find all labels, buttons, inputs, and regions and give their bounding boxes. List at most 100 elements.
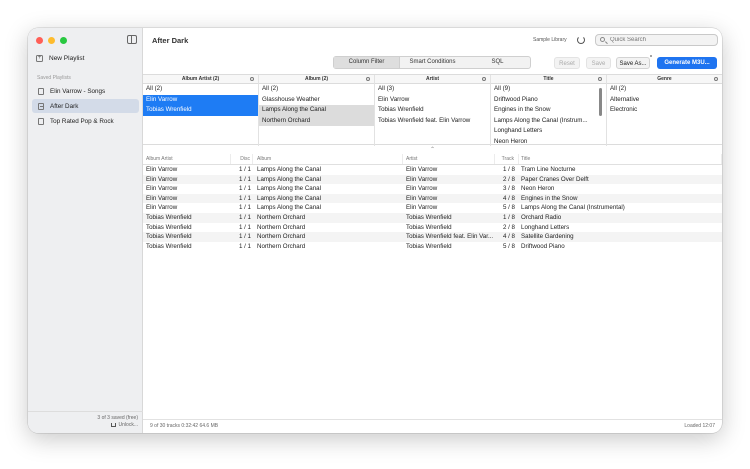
cell-album: Northern Orchard [257,223,306,231]
generate-m3u-button[interactable]: Generate M3U... [657,57,717,69]
list-item[interactable]: All (2) [143,84,258,95]
cell-artist: Elin Varrow [406,185,438,193]
list-item[interactable]: Glasshouse Weather [259,95,374,106]
list-item[interactable]: Longhand Letters [491,126,606,137]
cell-album-artist: Elin Varrow [146,175,178,183]
album-artist-column-header[interactable]: Album Artist (2) [143,75,258,84]
list-item[interactable]: All (2) [607,84,722,95]
minimize-window-button[interactable] [48,37,55,44]
column-search-icon[interactable] [482,77,486,81]
tab-column-filter[interactable]: Column Filter [334,57,400,68]
list-item[interactable]: Lamps Along the Canal (Instrum... [491,116,606,127]
reset-button[interactable]: Reset [554,57,580,69]
table-row[interactable]: Elin Varrow 1 / 1 Lamps Along the Canal … [143,184,722,194]
cart-icon [110,422,116,427]
list-item[interactable]: Alternative [607,95,722,106]
list-item[interactable]: Tobias Wrenfield [375,105,490,116]
list-item[interactable]: All (3) [375,84,490,95]
list-item[interactable]: Elin Varrow [143,94,258,105]
column-header-label: Title [543,76,554,82]
sidebar-item-top-rated[interactable]: Top Rated Pop & Rock [32,114,139,128]
album-column: Album (2) All (2) Glasshouse Weather Lam… [259,75,375,146]
status-bar: 9 of 30 tracks 0:32:42 64.6 MB Loaded 12… [143,419,722,433]
table-row[interactable]: Elin Varrow 1 / 1 Lamps Along the Canal … [143,203,722,213]
cell-title: Lamps Along the Canal (Instrumental) [521,204,625,212]
cell-artist: Elin Varrow [406,175,438,183]
column-header-track[interactable]: Track [495,154,519,164]
album-column-header[interactable]: Album (2) [259,75,374,84]
close-window-button[interactable] [36,37,43,44]
page-title: After Dark [152,36,189,45]
column-header-album[interactable]: Album [253,154,403,164]
list-item[interactable]: All (2) [259,84,374,95]
cell-title: Longhand Letters [521,223,570,231]
artist-column-header[interactable]: Artist [375,75,490,84]
sidebar-item-after-dark[interactable]: After Dark [32,99,139,113]
column-header-album-artist[interactable]: Album Artist [143,154,231,164]
table-row[interactable]: Elin Varrow 1 / 1 Lamps Along the Canal … [143,174,722,185]
save-button[interactable]: Save [586,57,611,69]
mode-selector: Column Filter Smart Conditions SQL [333,56,531,69]
new-playlist-button[interactable]: + New Playlist [36,55,84,62]
title-column-scrollbar[interactable] [599,88,602,116]
tab-sql[interactable]: SQL [465,57,530,68]
cell-album-artist: Tobias Wrenfield [146,233,192,241]
list-item[interactable]: Engines in the Snow [491,105,606,116]
save-as-indicator-dot [650,55,652,57]
list-item[interactable]: Elin Varrow [375,95,490,106]
table-row[interactable]: Tobias Wrenfield 1 / 1 Northern Orchard … [143,242,722,252]
table-row[interactable]: Elin Varrow 1 / 1 Lamps Along the Canal … [143,165,722,175]
sidebar-item-label: Top Rated Pop & Rock [50,117,114,125]
tracks-table: Album Artist Disc Album Artist Track Tit… [143,154,722,251]
cell-disc: 1 / 1 [238,204,251,212]
cell-album-artist: Elin Varrow [146,204,178,212]
zoom-window-button[interactable] [60,37,67,44]
list-item[interactable]: All (9) [491,84,606,95]
table-row[interactable]: Elin Varrow 1 / 1 Lamps Along the Canal … [143,193,722,204]
cell-disc: 1 / 1 [238,194,251,202]
column-header-artist[interactable]: Artist [403,154,495,164]
list-item[interactable]: Electronic [607,105,722,116]
unlock-button[interactable]: Unlock... [28,422,138,429]
column-header-title[interactable]: Title [519,154,722,164]
cell-artist: Tobias Wrenfield feat. Elin Var... [406,233,494,241]
status-summary: 9 of 30 tracks 0:32:42 64.6 MB [150,423,219,429]
smart-playlist-icon [38,102,44,110]
list-item[interactable]: Tobias Wrenfield [143,105,258,116]
title-column: Title All (9) Driftwood Piano Engines in… [491,75,607,146]
tab-smart-conditions[interactable]: Smart Conditions [400,57,465,68]
column-search-icon[interactable] [598,77,602,81]
table-row[interactable]: Tobias Wrenfield 1 / 1 Northern Orchard … [143,212,722,223]
cell-disc: 1 / 1 [238,242,251,250]
save-as-button[interactable]: Save As... [616,57,650,69]
table-row[interactable]: Tobias Wrenfield 1 / 1 Northern Orchard … [143,223,722,233]
table-row[interactable]: Tobias Wrenfield 1 / 1 Northern Orchard … [143,232,722,242]
sidebar-item-label: After Dark [50,102,79,110]
unlock-label: Unlock... [118,422,138,428]
genre-column-header[interactable]: Genre [607,75,722,84]
status-loaded: Loaded 12:07 [684,423,715,429]
sidebar-item-elin-varrow-songs[interactable]: Elin Varrow - Songs [32,84,139,98]
cell-album: Northern Orchard [257,213,306,221]
pane-splitter-handle[interactable]: ⌃ [143,146,722,154]
column-search-icon[interactable] [250,77,254,81]
cell-title: Paper Cranes Over Delft [521,175,589,183]
list-item[interactable]: Northern Orchard [259,115,374,126]
sidebar-toggle-icon[interactable] [127,35,137,44]
library-label[interactable]: Sample Library [533,37,567,43]
cell-track: 2 / 8 [502,223,515,231]
cell-title: Driftwood Piano [521,242,565,250]
sidebar: + New Playlist Saved Playlists Elin Varr… [28,28,143,433]
cell-disc: 1 / 1 [238,166,251,173]
cell-track: 5 / 8 [502,242,515,250]
list-item[interactable]: Lamps Along the Canal [259,105,374,116]
list-item[interactable]: Driftwood Piano [491,95,606,106]
refresh-icon[interactable] [577,36,585,44]
title-column-header[interactable]: Title [491,75,606,84]
column-search-icon[interactable] [714,77,718,81]
column-search-icon[interactable] [366,77,370,81]
quick-search-input[interactable] [595,34,718,46]
column-header-disc[interactable]: Disc [231,154,253,164]
list-item[interactable]: Tobias Wrenfield feat. Elin Varrow [375,116,490,127]
cell-track: 1 / 8 [502,166,515,173]
